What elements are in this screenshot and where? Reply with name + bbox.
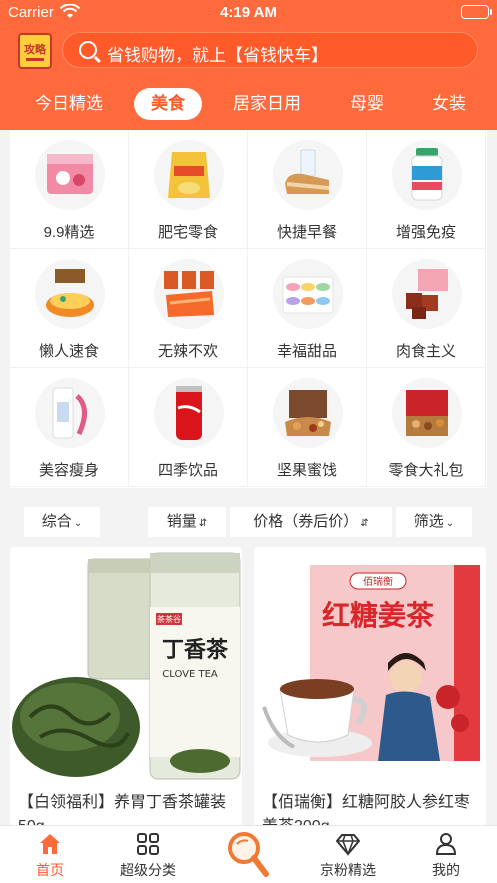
subcategory-item[interactable]: 9.9精选 — [10, 130, 129, 249]
sort-general[interactable]: 综合 ⌄ — [24, 507, 100, 537]
subcategory-label: 懒人速食 — [38, 343, 99, 360]
jar-brand-tag: 茶茶谷 — [157, 614, 181, 624]
jerky-icon — [392, 259, 462, 329]
subcategory-label: 零食大礼包 — [388, 462, 464, 479]
badge-stripe — [26, 58, 44, 61]
cola-can-icon — [154, 378, 224, 448]
sort-sales[interactable]: 销量 ⇵ — [148, 507, 226, 537]
sort-toggle-icon: ⇵ — [360, 518, 369, 529]
subcategory-grid: 9.9精选 肥宅零食 快捷早餐 增强免疫 懒人速食 无辣不欢 幸福甜品 肉食主义… — [10, 130, 487, 488]
supplement-bottle-icon — [392, 140, 462, 210]
subcategory-label: 四季饮品 — [157, 462, 218, 479]
diamond-icon — [336, 834, 360, 856]
strategy-button[interactable]: 攻略 — [18, 33, 52, 69]
sort-toggle-icon: ⇵ — [198, 518, 208, 529]
tab-mother-baby[interactable]: 母婴 — [340, 88, 394, 120]
strategy-label: 攻略 — [24, 44, 46, 56]
bread-icon — [273, 140, 343, 210]
nav-categories-label: 超级分类 — [120, 862, 176, 878]
user-icon — [435, 833, 457, 855]
bottom-nav: 首页 超级分类 京粉精选 我的 — [0, 825, 497, 883]
subcategory-label: 无辣不欢 — [157, 343, 218, 360]
subcategory-label: 9.9精选 — [43, 224, 95, 241]
chips-icon — [154, 140, 224, 210]
product-card[interactable]: 茶茶谷 丁香茶 CLOVE TEA 【白领福利】养胃丁香茶罐装50g — [10, 547, 242, 837]
macaron-icon — [273, 259, 343, 329]
nav-categories[interactable]: 超级分类 — [108, 826, 188, 883]
gift-box-icon — [392, 378, 462, 448]
subcategory-item[interactable]: 快捷早餐 — [248, 130, 367, 249]
product-image: 佰瑞衡 红糖姜茶 — [254, 547, 486, 783]
nav-jingfen[interactable]: 京粉精选 — [308, 826, 388, 883]
nav-search[interactable] — [208, 826, 288, 883]
nav-home-label: 首页 — [36, 862, 64, 878]
tab-today-picks[interactable]: 今日精选 — [28, 88, 110, 120]
sort-price[interactable]: 价格（券后价） ⇵ — [230, 507, 392, 537]
sort-filter-label: 筛选 — [413, 513, 444, 530]
home-icon — [40, 834, 60, 854]
tab-food[interactable]: 美食 — [134, 88, 202, 120]
nuts-box-icon — [273, 378, 343, 448]
subcategory-item[interactable]: 坚果蜜饯 — [248, 368, 367, 487]
spicy-strips-icon — [154, 259, 224, 329]
slim-drink-icon — [35, 378, 105, 448]
subcategory-label: 坚果蜜饯 — [276, 462, 337, 479]
subcategory-label: 肉食主义 — [395, 343, 456, 360]
jar-label-en: CLOVE TEA — [162, 669, 218, 680]
subcategory-item[interactable]: 四季饮品 — [129, 368, 248, 487]
sort-sales-label: 销量 — [166, 513, 197, 530]
box-label: 红糖姜茶 — [322, 599, 435, 632]
category-tabs: 今日精选 美食 居家日用 母婴 女装 — [0, 84, 497, 124]
subcategory-label: 快捷早餐 — [276, 224, 337, 241]
nav-jingfen-label: 京粉精选 — [320, 862, 376, 878]
nav-home[interactable]: 首页 — [10, 826, 90, 883]
subcategory-label: 增强免疫 — [395, 224, 456, 241]
product-card[interactable]: 佰瑞衡 红糖姜茶 【佰瑞衡】红糖阿胶人参红枣姜茶200g — [254, 547, 486, 837]
instant-food-icon — [35, 259, 105, 329]
box-brand-tag: 佰瑞衡 — [363, 575, 393, 588]
subcategory-item[interactable]: 懒人速食 — [10, 249, 129, 368]
nav-profile[interactable]: 我的 — [406, 826, 486, 883]
subcategory-label: 幸福甜品 — [276, 343, 337, 360]
subcategory-item[interactable]: 美容瘦身 — [10, 368, 129, 487]
status-bar: Carrier 4:19 AM — [0, 0, 497, 26]
battery-icon — [461, 5, 492, 19]
nav-profile-label: 我的 — [432, 862, 460, 878]
product-image: 茶茶谷 丁香茶 CLOVE TEA — [10, 547, 242, 783]
sort-price-label: 价格（券后价） — [253, 513, 359, 530]
sort-bar: 综合 ⌄ 销量 ⇵ 价格（券后价） ⇵ 筛选 ⌄ — [0, 503, 497, 541]
grid-icon — [137, 833, 159, 855]
search-bar[interactable]: 省钱购物，就上【省钱快车】 — [62, 32, 478, 68]
chevron-down-icon: ⌄ — [73, 518, 83, 529]
status-time: 4:19 AM — [220, 4, 277, 21]
chevron-down-icon: ⌄ — [445, 518, 455, 529]
search-icon — [79, 41, 97, 59]
subcategory-item[interactable]: 增强免疫 — [367, 130, 486, 249]
jar-label-cn: 丁香茶 — [162, 638, 229, 663]
subcategory-item[interactable]: 肥宅零食 — [129, 130, 248, 249]
subcategory-label: 美容瘦身 — [38, 462, 99, 479]
subcategory-item[interactable]: 幸福甜品 — [248, 249, 367, 368]
subcategory-item[interactable]: 零食大礼包 — [367, 368, 486, 487]
sort-filter[interactable]: 筛选 ⌄ — [396, 507, 472, 537]
tab-household[interactable]: 居家日用 — [226, 88, 308, 120]
magnifier-icon — [228, 832, 269, 877]
sort-general-label: 综合 — [41, 513, 72, 530]
tab-womens-wear[interactable]: 女装 — [422, 88, 476, 120]
subcategory-item[interactable]: 无辣不欢 — [129, 249, 248, 368]
subcategory-label: 肥宅零食 — [157, 224, 218, 241]
snack-bag-icon — [35, 140, 105, 210]
header: Carrier 4:19 AM 攻略 省钱购物，就上【省钱快车】 今日精选 美食… — [0, 0, 497, 130]
subcategory-item[interactable]: 肉食主义 — [367, 249, 486, 368]
search-placeholder: 省钱购物，就上【省钱快车】 — [107, 46, 328, 65]
